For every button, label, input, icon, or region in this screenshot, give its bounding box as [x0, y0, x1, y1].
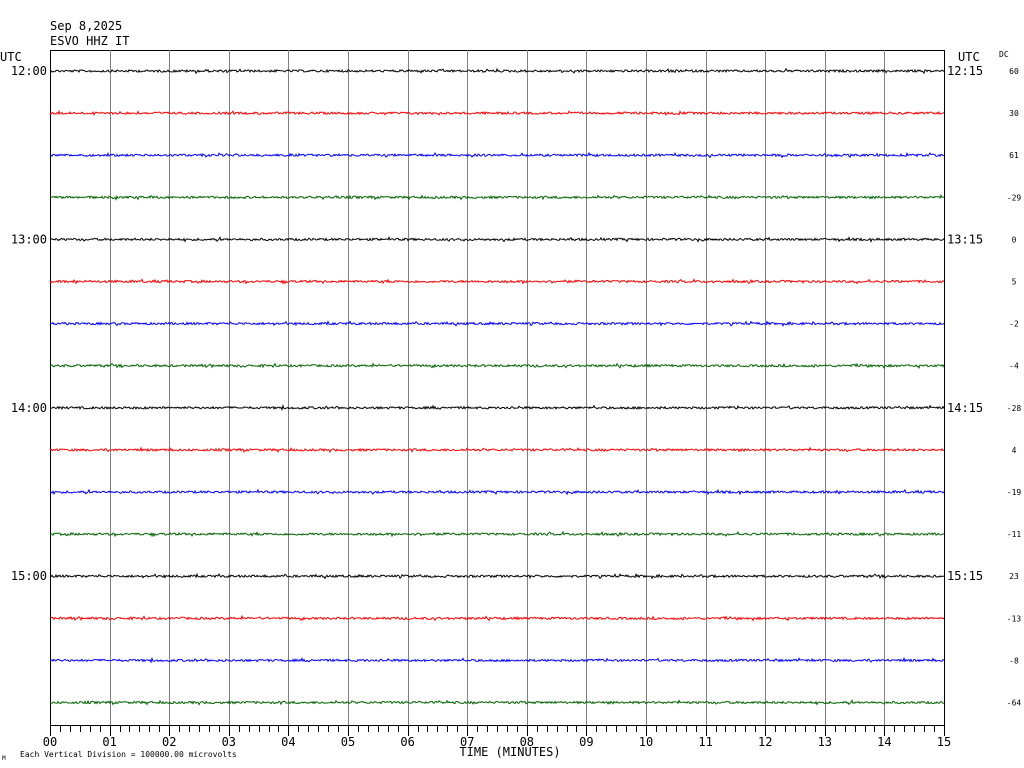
right-time-label: 14:15: [947, 401, 983, 415]
left-time-label: 14:00: [11, 401, 47, 415]
seismic-trace: [49, 699, 944, 706]
right-time-label: 15:15: [947, 569, 983, 583]
x-tick-label: 04: [281, 735, 295, 749]
seismic-trace: [49, 67, 945, 75]
grid-lines: [110, 50, 885, 725]
seismic-trace: [49, 404, 945, 411]
x-tick-label: 11: [698, 735, 712, 749]
dc-offset-label: -4: [1009, 362, 1019, 371]
x-tick-label: 02: [162, 735, 176, 749]
right-time-label: 12:15: [947, 64, 983, 78]
right-utc-label: UTC: [958, 50, 980, 64]
seismic-trace: [49, 572, 945, 580]
x-tick-label: 14: [877, 735, 891, 749]
time-labels: 12:00 12:15 60 30 61 -29 13:00 13:15 0 5 -2 -4 14:00…: [11, 64, 1022, 708]
seismic-trace: [50, 151, 945, 159]
x-tick-label: 00: [43, 735, 57, 749]
x-tick-label: 15: [937, 735, 951, 749]
scale-note: Each Vertical Division = 100000.00 micro…: [20, 750, 237, 759]
x-tick-label: 12: [758, 735, 772, 749]
x-tick-label: 13: [818, 735, 832, 749]
dc-offset-label: 4: [1012, 446, 1017, 455]
trace-group: [49, 67, 945, 706]
seismic-trace: [49, 193, 945, 201]
seismic-trace: [49, 614, 945, 622]
dc-offset-label: -2: [1009, 320, 1019, 329]
dc-offset-label: 5: [1012, 278, 1017, 287]
left-time-label: 15:00: [11, 569, 47, 583]
dc-offset-label: -64: [1007, 699, 1022, 708]
dc-offset-label: -8: [1009, 656, 1019, 665]
x-tick-label: 09: [579, 735, 593, 749]
dc-offset-label: 0: [1012, 235, 1017, 244]
dc-offset-label: 61: [1009, 151, 1019, 160]
seismic-trace: [49, 488, 945, 496]
chart-border: [50, 50, 945, 726]
dc-offset-label: -19: [1007, 488, 1022, 497]
dc-offset-label: -28: [1007, 404, 1022, 413]
dc-offset-label: 30: [1009, 109, 1019, 118]
x-tick-label: 03: [222, 735, 236, 749]
dc-offset-label: -11: [1007, 530, 1022, 539]
dc-offset-label: -13: [1007, 614, 1022, 623]
dc-offset-label: 23: [1009, 572, 1019, 581]
x-tick-label: 05: [341, 735, 355, 749]
seismic-trace: [49, 109, 945, 116]
left-utc-label: UTC: [0, 50, 22, 64]
left-time-label: 12:00: [11, 64, 47, 78]
x-tick-label: 01: [102, 735, 116, 749]
seismic-trace: [49, 446, 945, 454]
x-axis-title: TIME (MINUTES): [459, 745, 560, 759]
seismic-trace: [49, 320, 945, 327]
helicorder-chart: 12:00 12:15 603061-2913:00 13:15 05-2-414:00…: [0, 50, 1022, 762]
dc-label: DC: [999, 50, 1009, 59]
seismic-trace: [49, 362, 945, 369]
seismic-trace: [49, 656, 945, 664]
seismic-trace: [49, 530, 945, 538]
seismic-trace: [49, 235, 945, 243]
corner-mark: M: [2, 755, 6, 762]
left-time-label: 13:00: [11, 232, 47, 246]
x-tick-label: 06: [400, 735, 414, 749]
x-tick-label: 10: [639, 735, 653, 749]
dc-offset-label: 60: [1009, 67, 1019, 76]
seismic-trace: [49, 278, 945, 285]
right-time-label: 13:15: [947, 232, 983, 246]
dc-offset-label: -29: [1007, 193, 1022, 202]
